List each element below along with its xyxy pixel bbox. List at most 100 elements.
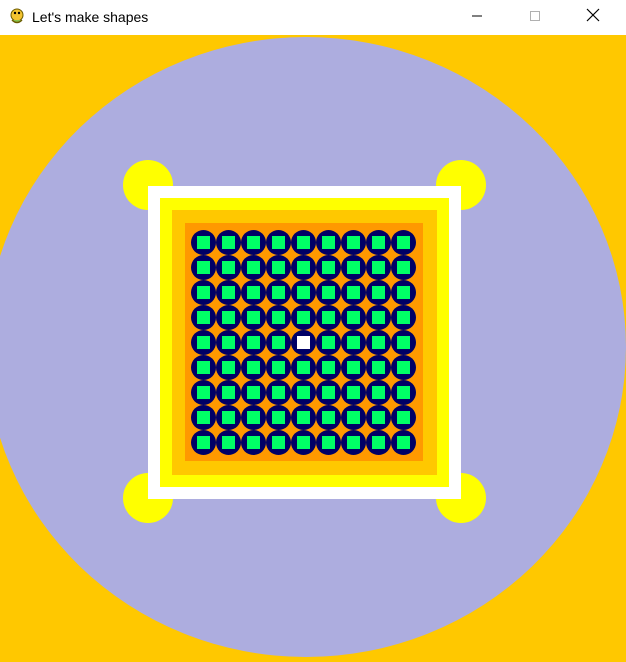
green-square [197,436,210,449]
grid-cell [391,305,416,330]
grid-cell [366,280,391,305]
grid-cell [341,355,366,380]
grid-cell [216,355,241,380]
green-square [272,261,285,274]
green-square [297,386,310,399]
green-square [397,236,410,249]
green-square [247,311,260,324]
grid-cell [316,305,341,330]
minimize-button[interactable] [448,0,506,35]
grid-cell [316,255,341,280]
grid-cell [291,280,316,305]
green-square [197,361,210,374]
maximize-button[interactable] [506,0,564,35]
green-square [322,411,335,424]
grid-cell [366,380,391,405]
grid-cell [291,305,316,330]
grid-cell [241,255,266,280]
grid-cell [316,405,341,430]
green-square [222,286,235,299]
grid-cell [216,380,241,405]
grid-cell [241,305,266,330]
grid-cell [366,330,391,355]
grid-cell [341,305,366,330]
grid-cell [391,380,416,405]
green-square [197,411,210,424]
green-square [322,336,335,349]
green-square [197,386,210,399]
grid-cell [216,280,241,305]
green-square [297,436,310,449]
green-square [372,386,385,399]
green-square [197,336,210,349]
grid-cell [291,230,316,255]
white-square [297,336,310,349]
green-square [397,286,410,299]
green-square [247,336,260,349]
green-square [297,411,310,424]
grid-cell [316,230,341,255]
green-square [347,386,360,399]
green-square [397,411,410,424]
minimize-icon [471,9,483,27]
window-title: Let's make shapes [32,9,149,25]
grid-cell [266,255,291,280]
grid-cell [291,255,316,280]
green-square [372,436,385,449]
green-square [372,361,385,374]
green-square [372,336,385,349]
green-square [297,286,310,299]
green-square [397,361,410,374]
grid-cell [341,255,366,280]
green-square [247,411,260,424]
green-square [272,361,285,374]
green-square [272,336,285,349]
grid-cell [391,255,416,280]
green-square [247,236,260,249]
green-square [347,261,360,274]
green-square [272,386,285,399]
grid-cell [191,280,216,305]
grid-cell [241,405,266,430]
green-square [297,236,310,249]
green-square [347,436,360,449]
green-square [297,261,310,274]
green-square [347,411,360,424]
grid-cell [241,430,266,455]
drawing-canvas[interactable] [0,35,626,662]
grid-cell [191,230,216,255]
grid-cell [341,330,366,355]
grid-cell [241,230,266,255]
green-square [397,311,410,324]
green-square [272,436,285,449]
green-square [272,286,285,299]
grid-cell [191,255,216,280]
close-button[interactable] [564,0,622,35]
grid-cell [191,380,216,405]
green-square [397,436,410,449]
green-square [247,361,260,374]
green-square [322,436,335,449]
green-square [272,236,285,249]
green-square [247,386,260,399]
grid-cell [191,405,216,430]
grid-cell [316,355,341,380]
green-square [372,311,385,324]
green-square [322,286,335,299]
grid-cell [391,430,416,455]
grid-cell [391,330,416,355]
green-square [297,361,310,374]
app-window: Let's make shapes [0,0,626,662]
green-square [322,361,335,374]
grid-cell [191,330,216,355]
green-square [247,286,260,299]
grid-cell [341,280,366,305]
grid-cell [241,330,266,355]
grid-cell [291,380,316,405]
grid-cell [341,430,366,455]
python-snake-icon [8,7,26,25]
green-square [347,286,360,299]
grid-cell [391,280,416,305]
grid-cell [291,430,316,455]
title-bar[interactable]: Let's make shapes [0,0,626,35]
